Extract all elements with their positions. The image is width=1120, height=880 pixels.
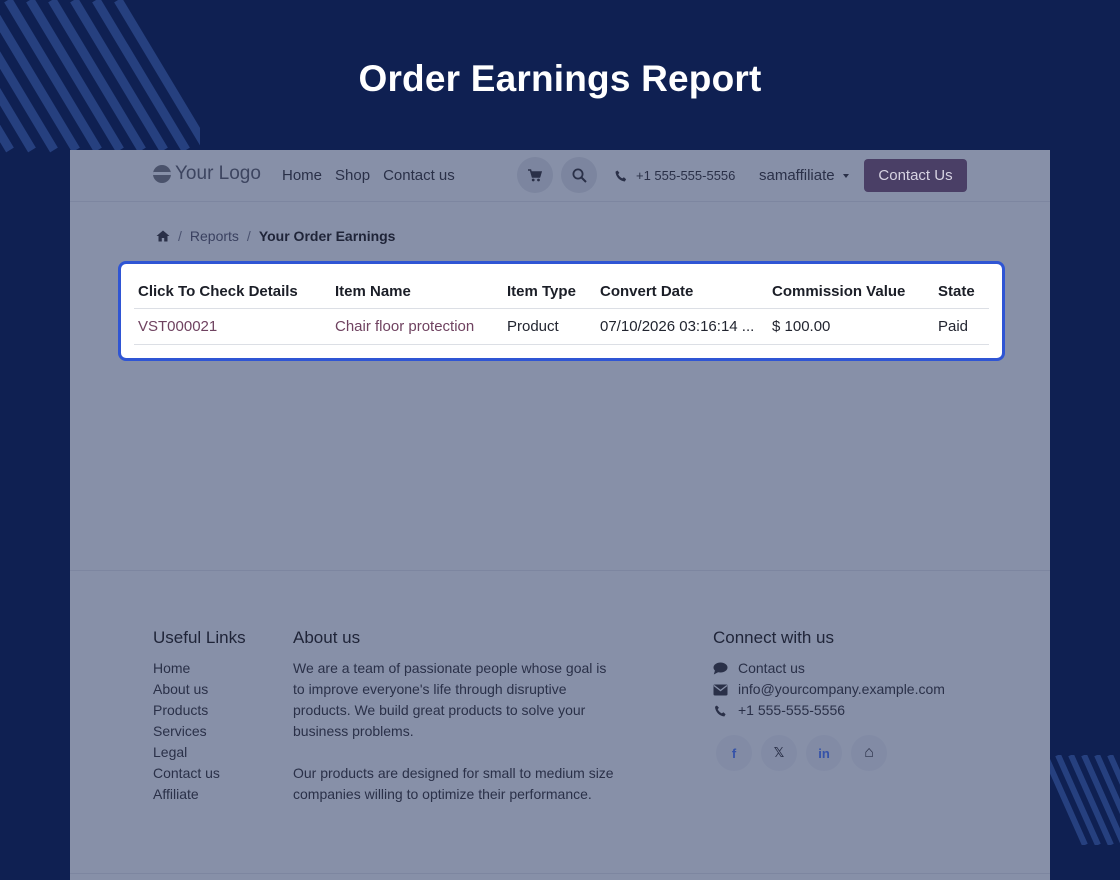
- website-screenshot: Your Logo Home Shop Contact us +1 555-55…: [70, 150, 1050, 880]
- footer-heading: About us: [293, 628, 361, 647]
- column-header: State: [934, 276, 989, 309]
- table-header-row: Click To Check Details Item Name Item Ty…: [134, 276, 989, 309]
- caret-down-icon: [842, 174, 849, 178]
- breadcrumb: / Reports / Your Order Earnings: [156, 228, 395, 244]
- phone-icon: [615, 170, 627, 181]
- footer-heading: Connect with us: [713, 628, 834, 647]
- phone-icon: [715, 705, 726, 716]
- footer-link-home[interactable]: Home: [153, 658, 283, 679]
- column-header: Item Type: [503, 276, 596, 309]
- logo[interactable]: Your Logo: [153, 163, 261, 185]
- connect-phone-text: +1 555-555-5556: [738, 702, 846, 718]
- contact-us-button[interactable]: Contact Us: [864, 159, 967, 192]
- footer-link-services[interactable]: Services: [153, 721, 283, 742]
- order-reference-link[interactable]: VST000021: [134, 308, 331, 345]
- home-icon[interactable]: [156, 230, 170, 242]
- footer-about: About us We are a team of passionate peo…: [293, 628, 623, 805]
- commission-value: $ 100.00: [768, 308, 934, 345]
- column-header: Commission Value: [768, 276, 934, 309]
- state: Paid: [934, 308, 989, 345]
- table-row: VST000021 Chair floor protection Product…: [134, 308, 989, 345]
- connect-phone[interactable]: +1 555-555-5556: [713, 700, 993, 721]
- home-icon[interactable]: ⌂: [851, 735, 887, 771]
- footer-link-affiliate[interactable]: Affiliate: [153, 784, 283, 805]
- search-icon: [572, 168, 587, 183]
- social-links: f 𝕏 in ⌂: [716, 735, 993, 771]
- cart-icon: [528, 168, 542, 181]
- linkedin-icon[interactable]: in: [806, 735, 842, 771]
- item-type: Product: [503, 308, 596, 345]
- about-paragraph: We are a team of passionate people whose…: [293, 660, 607, 739]
- breadcrumb-current: Your Order Earnings: [258, 228, 396, 244]
- user-menu[interactable]: samaffiliate: [759, 167, 849, 184]
- footer-divider: [70, 873, 1050, 874]
- column-header: Item Name: [331, 276, 503, 309]
- footer-heading: Useful Links: [153, 628, 246, 647]
- footer-link-contact[interactable]: Contact us: [153, 763, 283, 784]
- footer-useful-links: Useful Links Home About us Products Serv…: [153, 628, 283, 805]
- earnings-table: Click To Check Details Item Name Item Ty…: [134, 276, 989, 345]
- cart-button[interactable]: [517, 157, 553, 193]
- envelope-icon: [713, 684, 728, 695]
- navbar-phone-text: +1 555-555-5556: [636, 168, 736, 183]
- column-header: Click To Check Details: [134, 276, 331, 309]
- connect-email-text: info@yourcompany.example.com: [738, 681, 945, 697]
- nav-link-contact[interactable]: Contact us: [383, 167, 455, 184]
- breadcrumb-reports[interactable]: Reports: [190, 228, 239, 244]
- column-header: Convert Date: [596, 276, 768, 309]
- footer-link-products[interactable]: Products: [153, 700, 283, 721]
- breadcrumb-separator: /: [246, 228, 251, 244]
- connect-contact[interactable]: Contact us: [713, 658, 993, 679]
- nav-links: Home Shop Contact us: [282, 167, 455, 184]
- navbar-phone[interactable]: +1 555-555-5556: [615, 168, 735, 183]
- stripes-decoration: [1045, 755, 1120, 845]
- user-name: samaffiliate: [759, 167, 835, 184]
- item-name-link[interactable]: Chair floor protection: [331, 308, 503, 345]
- connect-contact-text: Contact us: [738, 660, 805, 676]
- breadcrumb-separator: /: [178, 228, 182, 244]
- connect-email[interactable]: info@yourcompany.example.com: [713, 679, 993, 700]
- banner-title: Order Earnings Report: [358, 58, 762, 99]
- comment-icon: [713, 662, 728, 675]
- footer-link-legal[interactable]: Legal: [153, 742, 283, 763]
- x-icon[interactable]: 𝕏: [761, 735, 797, 771]
- earnings-table-card: Click To Check Details Item Name Item Ty…: [118, 261, 1005, 361]
- navbar: Your Logo Home Shop Contact us +1 555-55…: [70, 150, 1050, 202]
- logo-mark-icon: [153, 165, 171, 183]
- facebook-icon[interactable]: f: [716, 735, 752, 771]
- footer: Useful Links Home About us Products Serv…: [70, 570, 1050, 880]
- convert-date: 07/10/2026 03:16:14 ...: [596, 308, 768, 345]
- logo-text: Your Logo: [175, 163, 261, 184]
- footer-link-about[interactable]: About us: [153, 679, 283, 700]
- search-button[interactable]: [561, 157, 597, 193]
- about-paragraph: Our products are designed for small to m…: [293, 765, 614, 802]
- footer-connect: Connect with us Contact us info@yourcomp…: [713, 628, 993, 771]
- nav-link-home[interactable]: Home: [282, 167, 322, 184]
- nav-link-shop[interactable]: Shop: [335, 167, 370, 184]
